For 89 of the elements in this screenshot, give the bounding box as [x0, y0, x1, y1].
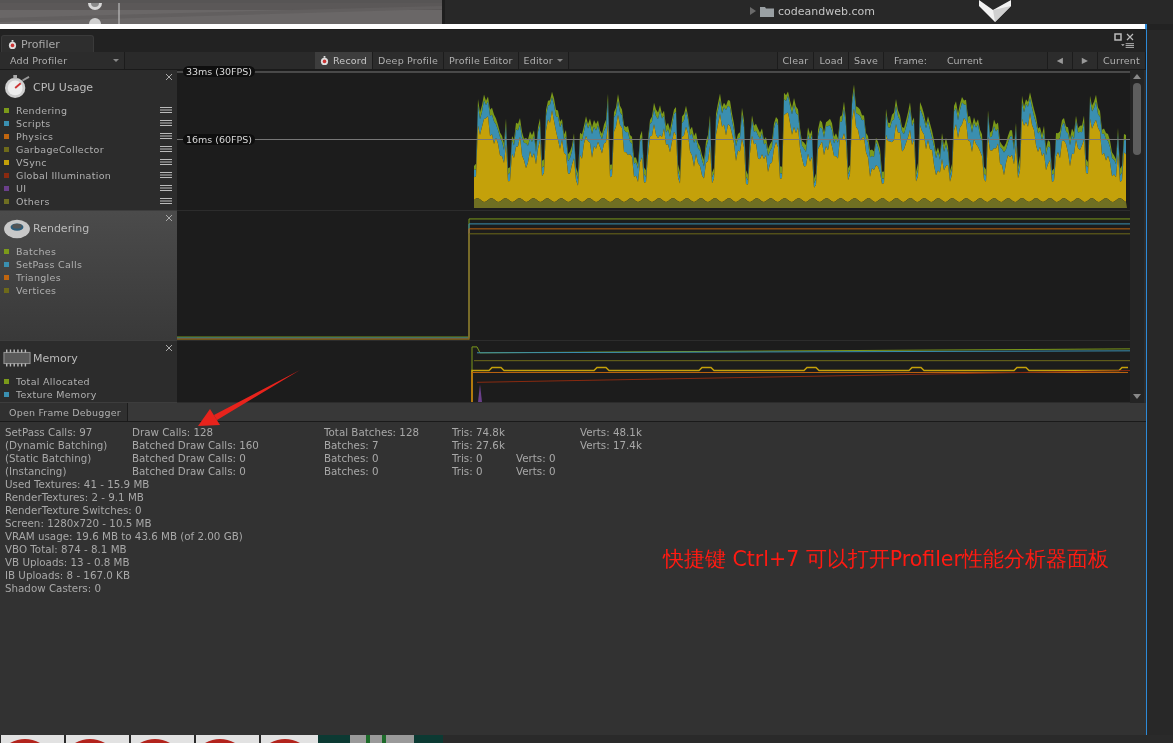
legend-label: SetPass Calls: [16, 259, 83, 270]
scrollbar[interactable]: [1130, 70, 1144, 403]
legend-swatch[interactable]: [4, 288, 9, 293]
legend-swatch[interactable]: [4, 173, 9, 178]
stat-text: Tris: 27.6k: [452, 439, 505, 452]
drag-handle-icon[interactable]: [160, 172, 172, 178]
close-icon[interactable]: [1126, 33, 1134, 41]
legend-swatch[interactable]: [4, 379, 9, 384]
stat-text: Batches: 7: [324, 439, 379, 452]
stat-text: Verts: 17.4k: [580, 439, 642, 452]
legend-label: GarbageCollector: [16, 144, 104, 155]
frame-value: Current: [934, 52, 1048, 69]
drag-handle-icon[interactable]: [160, 107, 172, 113]
stat-text: Verts: 0: [516, 465, 556, 478]
stat-text: VBO Total: 874 - 8.1 MB: [5, 543, 127, 556]
maximize-icon[interactable]: [1114, 33, 1122, 41]
toolbar-toggle[interactable]: Record: [315, 52, 374, 69]
legend-swatch[interactable]: [4, 262, 9, 267]
stat-text: Tris: 74.8k: [452, 426, 505, 439]
stat-text: Total Batches: 128: [324, 426, 419, 439]
stat-text: Tris: 0: [452, 465, 483, 478]
drag-handle-icon[interactable]: [160, 159, 172, 165]
folder-icon: [760, 5, 774, 17]
stat-text: SetPass Calls: 97: [5, 426, 93, 439]
drag-handle-icon[interactable]: [160, 198, 172, 204]
legend-label: Texture Memory: [16, 389, 97, 400]
legend-swatch[interactable]: [4, 186, 9, 191]
stat-text: Draw Calls: 128: [132, 426, 214, 439]
legend-label: VSync: [16, 157, 47, 168]
legend-swatch[interactable]: [4, 160, 9, 165]
frame-label: Frame:: [893, 54, 928, 68]
stat-text: (Static Batching): [5, 452, 92, 465]
module-panel[interactable]: Rendering Batches SetPass Calls Triangles Vertices: [0, 211, 177, 341]
frame-time-label: 33ms (30FPS): [183, 66, 256, 77]
drag-handle-icon[interactable]: [160, 133, 172, 139]
stat-text: Verts: 0: [516, 452, 556, 465]
stat-text: Batches: 0: [324, 465, 379, 478]
stat-text: Batches: 0: [324, 452, 379, 465]
legend-label: Global Illumination: [16, 170, 112, 181]
legend-swatch[interactable]: [4, 275, 9, 280]
close-icon[interactable]: [165, 73, 173, 81]
legend-swatch[interactable]: [4, 392, 9, 397]
legend-label: Scripts: [16, 118, 51, 129]
stat-text: RenderTexture Switches: 0: [5, 504, 142, 517]
stat-text: (Instancing): [5, 465, 67, 478]
legend-label: Vertices: [16, 285, 57, 296]
stat-text: VB Uploads: 13 - 0.8 MB: [5, 556, 130, 569]
legend-label: Triangles: [16, 272, 61, 283]
profiler-tab[interactable]: Profiler: [1, 35, 94, 52]
stat-text: (Dynamic Batching): [5, 439, 108, 452]
legend-label: Batches: [16, 246, 57, 257]
stat-text: Verts: 48.1k: [580, 426, 642, 439]
stat-text: Batched Draw Calls: 0: [132, 465, 246, 478]
module-title: Memory: [33, 351, 78, 365]
open-frame-debugger-button[interactable]: Open Frame Debugger: [0, 403, 128, 421]
stat-text: Batched Draw Calls: 0: [132, 452, 246, 465]
stat-text: Used Textures: 41 - 15.9 MB: [5, 478, 150, 491]
stat-text: Tris: 0: [452, 452, 483, 465]
drag-handle-icon[interactable]: [160, 146, 172, 152]
legend-swatch[interactable]: [4, 134, 9, 139]
stopwatch-icon: [320, 56, 329, 65]
stat-text: RenderTextures: 2 - 9.1 MB: [5, 491, 144, 504]
folder-name[interactable]: codeandweb.com: [778, 4, 875, 18]
menu-icon[interactable]: [1121, 43, 1134, 49]
close-icon[interactable]: [165, 344, 173, 352]
legend-swatch[interactable]: [4, 121, 9, 126]
annotation-text: 快捷键 Ctrl+7 可以打开Profiler性能分析器面板: [663, 546, 1109, 573]
stat-text: Batched Draw Calls: 160: [132, 439, 259, 452]
legend-label: Others: [16, 196, 50, 207]
legend-label: Physics: [16, 131, 54, 142]
legend-swatch[interactable]: [4, 108, 9, 113]
stat-text: Shadow Casters: 0: [5, 582, 102, 595]
frame-time-label: 16ms (60FPS): [183, 134, 256, 145]
stopwatch-icon: [8, 39, 17, 49]
module-title: CPU Usage: [33, 80, 94, 94]
legend-swatch[interactable]: [4, 147, 9, 152]
legend-swatch[interactable]: [4, 249, 9, 254]
module-title: Rendering: [33, 221, 90, 235]
stopwatch-icon: [3, 75, 31, 99]
drag-handle-icon[interactable]: [160, 185, 172, 191]
legend-swatch[interactable]: [4, 199, 9, 204]
legend-label: UI: [16, 183, 27, 194]
drag-handle-icon[interactable]: [160, 120, 172, 126]
close-icon[interactable]: [165, 214, 173, 222]
stat-text: VRAM usage: 19.6 MB to 43.6 MB (of 2.00 GB): [5, 530, 243, 543]
stat-text: IB Uploads: 8 - 167.0 KB: [5, 569, 130, 582]
legend-label: Total Allocated: [16, 376, 90, 387]
stat-text: Screen: 1280x720 - 10.5 MB: [5, 517, 152, 530]
legend-label: Rendering: [16, 105, 68, 116]
